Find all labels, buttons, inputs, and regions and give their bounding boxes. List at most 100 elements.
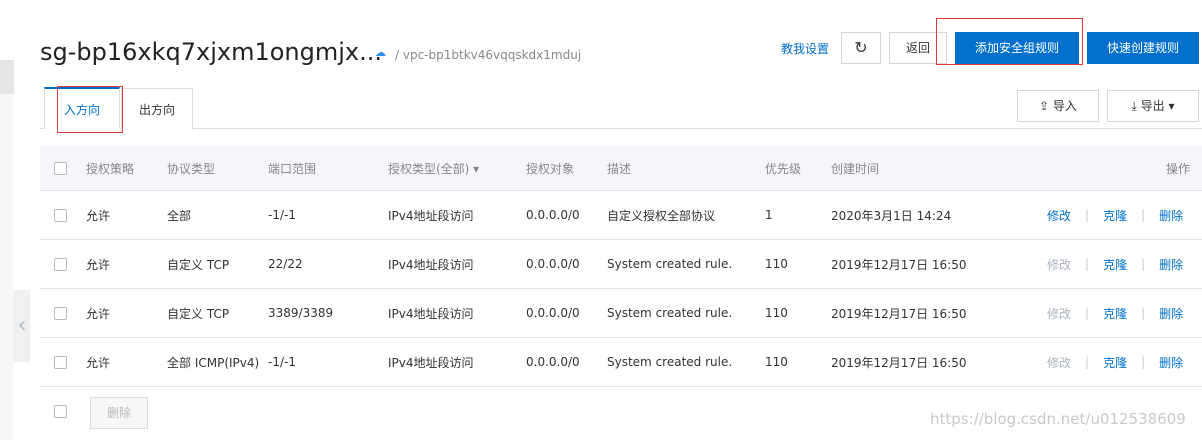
col-created: 创建时间: [831, 161, 880, 176]
col-auth-type-filter[interactable]: 授权类型(全部) ▾: [388, 146, 479, 190]
cell-created: 2019年12月17日 16:50: [831, 257, 967, 272]
col-priority: 优先级: [765, 161, 802, 176]
cell-object: 0.0.0.0/0: [526, 208, 580, 222]
row-actions: 修改 | 克隆 | 删除: [1047, 338, 1183, 386]
watermark-text: https://blog.csdn.net/u012538609: [930, 410, 1186, 428]
cell-port: 22/22: [268, 257, 303, 271]
quick-create-rule-button[interactable]: 快速创建规则: [1087, 32, 1199, 64]
cell-port: 3389/3389: [268, 306, 334, 320]
cell-description: System created rule.: [607, 257, 733, 271]
cell-policy: 允许: [86, 208, 111, 223]
action-separator: |: [1141, 257, 1146, 271]
sidebar-collapse-toggle[interactable]: ‹: [14, 290, 30, 362]
clone-link[interactable]: 克隆: [1103, 256, 1127, 273]
tab-outbound[interactable]: 出方向: [121, 88, 193, 130]
action-separator: |: [1085, 306, 1090, 320]
action-separator: |: [1141, 208, 1146, 222]
left-nav-strip-lower: [0, 94, 14, 440]
action-separator: |: [1141, 306, 1146, 320]
cell-protocol: 全部: [167, 208, 192, 223]
col-description: 描述: [607, 161, 632, 176]
col-object: 授权对象: [526, 161, 575, 176]
cell-protocol: 自定义 TCP: [167, 306, 230, 321]
refresh-icon: ↻: [854, 38, 868, 57]
left-nav-strip: [0, 60, 14, 94]
page-title: sg-bp16xkq7xjxm1ongmjx...: [40, 38, 382, 66]
table-header: 授权策略 协议类型 端口范围 授权类型(全部) ▾ 授权对象 描述 优先级 创建…: [40, 146, 1202, 191]
checkbox-icon: [54, 161, 67, 175]
row-checkbox[interactable]: [54, 240, 67, 288]
delete-link[interactable]: 删除: [1159, 256, 1183, 273]
table-row: 允许 全部 -1/-1 IPv4地址段访问 0.0.0.0/0 自定义授权全部协…: [40, 191, 1202, 240]
cell-description: 自定义授权全部协议: [607, 208, 716, 223]
checkbox-icon: [54, 355, 67, 369]
chevron-left-icon: ‹: [17, 313, 27, 338]
cell-protocol: 自定义 TCP: [167, 257, 230, 272]
col-port: 端口范围: [268, 161, 317, 176]
cell-created: 2019年12月17日 16:50: [831, 355, 967, 370]
table-row: 允许 全部 ICMP(IPv4) -1/-1 IPv4地址段访问 0.0.0.0…: [40, 338, 1202, 387]
cell-description: System created rule.: [607, 355, 733, 369]
cell-priority: 110: [765, 355, 788, 369]
cell-policy: 允许: [86, 355, 111, 370]
highlight-box-add-rule: [936, 18, 1083, 65]
action-separator: |: [1141, 355, 1146, 369]
cell-created: 2019年12月17日 16:50: [831, 306, 967, 321]
col-actions: 操作: [1166, 161, 1191, 176]
row-actions: 修改 | 克隆 | 删除: [1047, 240, 1183, 288]
cell-auth-type: IPv4地址段访问: [388, 355, 474, 370]
cell-port: -1/-1: [268, 208, 296, 222]
edit-link[interactable]: 修改: [1047, 207, 1071, 224]
vpc-breadcrumb[interactable]: / vpc-bp1btkv46vqqskdx1mduj: [395, 48, 581, 62]
delete-link[interactable]: 删除: [1159, 354, 1183, 371]
row-checkbox[interactable]: [54, 289, 67, 337]
cell-description: System created rule.: [607, 306, 733, 320]
action-separator: |: [1085, 208, 1090, 222]
select-all-checkbox[interactable]: [54, 146, 67, 190]
cell-object: 0.0.0.0/0: [526, 355, 580, 369]
refresh-button[interactable]: ↻: [841, 32, 881, 64]
table-row: 允许 自定义 TCP 3389/3389 IPv4地址段访问 0.0.0.0/0…: [40, 289, 1202, 338]
footer-select-all-checkbox[interactable]: [54, 405, 67, 418]
bulk-delete-button: 删除: [90, 397, 148, 429]
cell-priority: 110: [765, 257, 788, 271]
export-dropdown-button[interactable]: ⤓ 导出 ▾: [1107, 90, 1199, 122]
action-separator: |: [1085, 355, 1090, 369]
checkbox-icon: [54, 306, 67, 320]
cell-auth-type: IPv4地址段访问: [388, 306, 474, 321]
table-row: 允许 自定义 TCP 22/22 IPv4地址段访问 0.0.0.0/0 Sys…: [40, 240, 1202, 289]
edit-link: 修改: [1047, 306, 1072, 321]
action-separator: |: [1085, 257, 1090, 271]
checkbox-icon: [54, 257, 67, 271]
delete-link[interactable]: 删除: [1159, 207, 1183, 224]
row-checkbox[interactable]: [54, 191, 67, 239]
cell-priority: 110: [765, 306, 788, 320]
cell-priority: 1: [765, 208, 773, 222]
clone-link[interactable]: 克隆: [1103, 207, 1127, 224]
cell-created: 2020年3月1日 14:24: [831, 208, 952, 223]
help-settings-link[interactable]: 教我设置: [781, 40, 829, 57]
col-policy: 授权策略: [86, 161, 135, 176]
clone-link[interactable]: 克隆: [1103, 354, 1127, 371]
cell-auth-type: IPv4地址段访问: [388, 208, 474, 223]
edit-link: 修改: [1047, 257, 1072, 272]
cloud-icon: ☁: [375, 46, 386, 59]
highlight-box-inbound-tab: [57, 86, 123, 133]
col-protocol: 协议类型: [167, 161, 216, 176]
tabs-divider: [40, 128, 1202, 129]
row-checkbox[interactable]: [54, 338, 67, 386]
checkbox-icon: [54, 405, 67, 418]
cell-policy: 允许: [86, 306, 111, 321]
cell-object: 0.0.0.0/0: [526, 257, 580, 271]
cell-object: 0.0.0.0/0: [526, 306, 580, 320]
cell-protocol: 全部 ICMP(IPv4): [167, 355, 260, 370]
edit-link: 修改: [1047, 355, 1072, 370]
cell-auth-type: IPv4地址段访问: [388, 257, 474, 272]
delete-link[interactable]: 删除: [1159, 305, 1183, 322]
checkbox-icon: [54, 208, 67, 222]
cell-policy: 允许: [86, 257, 111, 272]
import-button[interactable]: ⇪ 导入: [1017, 90, 1099, 122]
row-actions: 修改 | 克隆 | 删除: [1047, 191, 1183, 239]
cell-port: -1/-1: [268, 355, 296, 369]
clone-link[interactable]: 克隆: [1103, 305, 1127, 322]
